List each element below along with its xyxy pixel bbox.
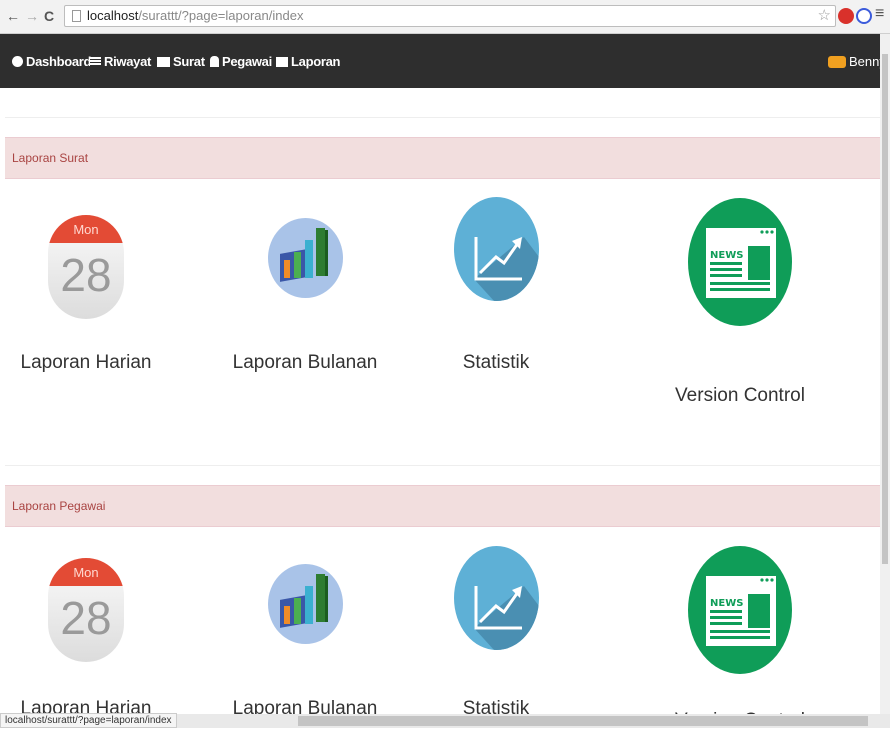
section-heading-laporan-pegawai: Laporan Pegawai bbox=[5, 485, 880, 527]
divider bbox=[5, 465, 880, 466]
menu-icon[interactable]: ≡ bbox=[875, 6, 884, 22]
horizontal-scrollbar-thumb[interactable] bbox=[298, 716, 868, 726]
calendar-icon: Mon 28 bbox=[48, 215, 124, 319]
tile-label: Laporan Harian bbox=[20, 352, 152, 373]
page-icon bbox=[72, 10, 81, 22]
browser-toolbar: ← → C localhost/surattt/?page=laporan/in… bbox=[0, 0, 890, 34]
calendar-day-number: 28 bbox=[60, 592, 112, 644]
list-icon bbox=[90, 57, 101, 66]
news-icon: NEWS bbox=[688, 198, 792, 326]
nav-label: Pegawai bbox=[222, 54, 272, 69]
calendar-day-number: 28 bbox=[60, 249, 112, 301]
svg-text:NEWS: NEWS bbox=[710, 598, 743, 609]
nav-item-dashboard[interactable]: Dashboard bbox=[12, 54, 92, 69]
tile-label: Statistik bbox=[462, 352, 530, 373]
tile-label: Laporan Bulanan bbox=[232, 352, 378, 373]
adblock-icon[interactable] bbox=[838, 8, 854, 24]
nav-label: Riwayat bbox=[104, 54, 152, 69]
url-path: /surattt/?page=laporan/index bbox=[138, 8, 304, 23]
block-icon[interactable] bbox=[856, 8, 872, 24]
nav-label: Surat bbox=[173, 54, 205, 69]
vertical-scrollbar-thumb[interactable] bbox=[882, 54, 888, 564]
calendar-icon: Mon 28 bbox=[48, 558, 124, 662]
news-icon: NEWS bbox=[688, 546, 792, 674]
globe-icon bbox=[12, 56, 23, 67]
nav-item-riwayat[interactable]: Riwayat bbox=[90, 54, 151, 69]
calendar-day-name: Mon bbox=[48, 215, 124, 243]
avatar bbox=[828, 55, 846, 68]
bookmark-star-icon[interactable]: ☆ bbox=[818, 6, 831, 26]
reload-icon[interactable]: C bbox=[44, 9, 54, 23]
nav-item-pegawai[interactable]: Pegawai bbox=[210, 54, 272, 69]
folder-icon bbox=[157, 56, 170, 67]
section-heading-laporan-surat: Laporan Surat bbox=[5, 137, 880, 179]
status-bar: localhost/surattt/?page=laporan/index bbox=[0, 713, 177, 728]
bar-chart-icon bbox=[268, 564, 343, 644]
divider bbox=[5, 117, 880, 118]
url-host: localhost bbox=[87, 8, 139, 23]
user-icon bbox=[210, 56, 219, 67]
briefcase-icon bbox=[276, 56, 288, 67]
tile-label: Version Control bbox=[675, 385, 805, 406]
nav-label: Laporan bbox=[291, 54, 341, 69]
trend-chart-icon bbox=[454, 197, 539, 301]
top-navbar: Dashboard Riwayat Surat Pegawai Laporan … bbox=[0, 34, 890, 88]
nav-item-laporan[interactable]: Laporan bbox=[276, 54, 340, 69]
nav-label: Dashboard bbox=[26, 54, 92, 69]
trend-chart-icon bbox=[454, 546, 539, 650]
address-bar[interactable]: localhost/surattt/?page=laporan/index ☆ bbox=[64, 5, 836, 27]
bar-chart-icon bbox=[268, 218, 343, 298]
forward-icon[interactable]: → bbox=[25, 9, 39, 23]
back-icon[interactable]: ← bbox=[6, 9, 20, 23]
svg-text:NEWS: NEWS bbox=[710, 250, 743, 261]
nav-item-surat[interactable]: Surat bbox=[157, 54, 205, 69]
calendar-day-name: Mon bbox=[48, 558, 124, 586]
